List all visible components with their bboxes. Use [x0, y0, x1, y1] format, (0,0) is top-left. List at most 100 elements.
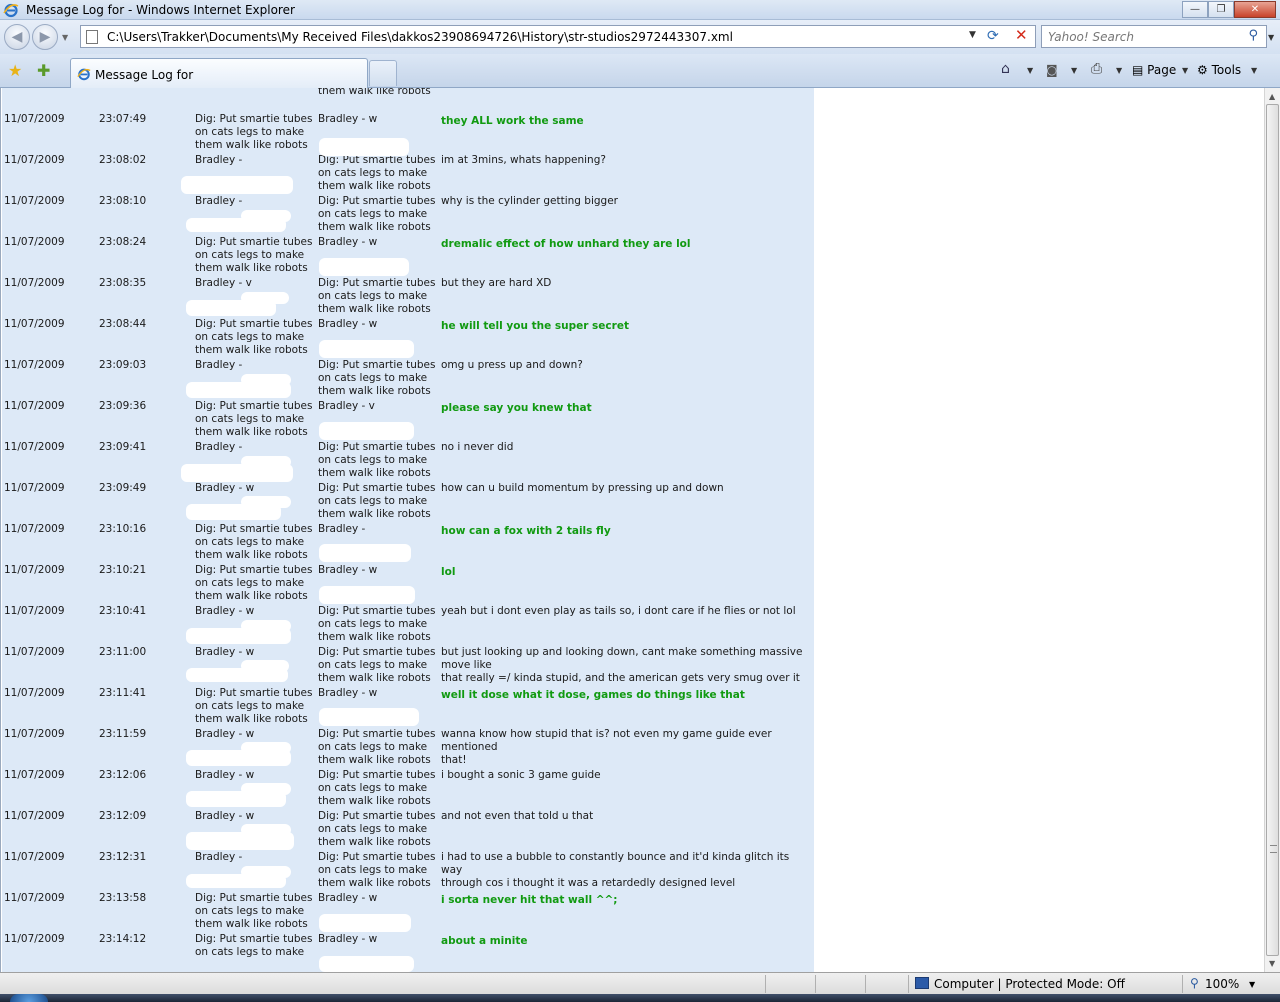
log-row: 11/07/2009 23:11:00 Bradley - w Dig: Put sm…	[1, 646, 821, 687]
log-sender: Dig: Put smartie tubes on cats legs to m…	[195, 933, 313, 958]
log-date: 11/07/2009	[4, 195, 65, 207]
log-time: 23:12:09	[99, 810, 147, 822]
vertical-scrollbar[interactable]: ▲ ▼	[1264, 88, 1280, 972]
forward-button[interactable]: ▶	[32, 24, 58, 50]
log-recipient: Bradley - w	[318, 318, 378, 330]
page-dropdown-icon[interactable]: ▼	[1182, 66, 1188, 75]
zoom-level[interactable]: 100%	[1205, 977, 1239, 991]
feeds-icon[interactable]: ◙	[1046, 63, 1058, 77]
tools-dropdown-icon[interactable]: ▼	[1251, 66, 1257, 75]
log-message: dremalic effect of how unhard they are l…	[441, 238, 691, 250]
feeds-dropdown-icon[interactable]: ▼	[1071, 66, 1077, 75]
log-recipient: on cats legs to make them walk like robo…	[318, 88, 431, 97]
log-date: 11/07/2009	[4, 441, 65, 453]
log-sender: Bradley - w	[195, 605, 255, 617]
log-message: im at 3mins, whats happening?	[441, 154, 606, 166]
window-controls: — ❐ ✕	[1182, 1, 1276, 18]
new-tab-button[interactable]	[369, 60, 397, 86]
recent-pages-dropdown[interactable]: ▼	[62, 33, 68, 42]
tools-menu-label: Tools	[1211, 63, 1242, 77]
scroll-thumb[interactable]	[1266, 104, 1279, 956]
log-date: 11/07/2009	[4, 769, 65, 781]
log-recipient: Dig: Put smartie tubes on cats legs to m…	[318, 605, 436, 643]
log-recipient: Bradley - w	[318, 236, 378, 248]
log-sender: Dig: Put smartie tubes on cats legs to m…	[195, 564, 313, 602]
log-time: 23:10:41	[99, 605, 147, 617]
log-message: how can a fox with 2 tails fly	[441, 525, 611, 537]
tab-message-log[interactable]: Message Log for	[70, 58, 368, 88]
redaction-mark	[319, 138, 409, 156]
log-sender: Dig: Put smartie tubes on cats legs to m…	[195, 318, 313, 356]
log-time: 23:07:49	[99, 113, 147, 125]
search-options-dropdown[interactable]: ▼	[1268, 33, 1274, 42]
log-time: 23:13:58	[99, 892, 147, 904]
address-dropdown-icon[interactable]: ▼	[969, 30, 976, 40]
log-time: 23:08:44	[99, 318, 147, 330]
log-message: no i never did	[441, 441, 514, 453]
print-dropdown-icon[interactable]: ▼	[1116, 66, 1122, 75]
log-date: 11/07/2009	[4, 359, 65, 371]
log-sender: Bradley -	[195, 359, 243, 371]
log-message: why is the cylinder getting bigger	[441, 195, 618, 207]
log-date: 11/07/2009	[4, 892, 65, 904]
message-log-table: on cats legs to make them walk like robo…	[1, 88, 821, 972]
log-time: 23:11:41	[99, 687, 147, 699]
restore-button[interactable]: ❐	[1208, 1, 1234, 18]
log-row: 11/07/2009 23:10:16 Dig: Put smartie tubes…	[1, 523, 821, 564]
favorites-star-icon[interactable]: ★	[8, 61, 22, 80]
log-recipient: Bradley - w	[318, 687, 378, 699]
home-dropdown-icon[interactable]: ▼	[1027, 66, 1033, 75]
back-button[interactable]: ◀	[4, 24, 30, 50]
security-zone[interactable]: Computer | Protected Mode: Off	[934, 977, 1125, 991]
log-time: 23:11:59	[99, 728, 147, 740]
log-sender: Dig: Put smartie tubes on cats legs to m…	[195, 892, 313, 930]
zoom-dropdown-icon[interactable]: ▼	[1249, 980, 1255, 989]
log-sender: Bradley - w	[195, 646, 255, 658]
search-icon[interactable]: ⚲	[1248, 28, 1258, 43]
page-menu[interactable]: ▤ Page	[1132, 63, 1176, 77]
log-sender: Bradley - w	[195, 728, 255, 740]
log-sender: Bradley -	[195, 195, 243, 207]
log-recipient: Dig: Put smartie tubes on cats legs to m…	[318, 441, 436, 479]
title-bar: Message Log for - Windows Internet Explo…	[0, 0, 1280, 20]
log-row: on cats legs to make them walk like robo…	[1, 88, 821, 113]
log-date: 11/07/2009	[4, 728, 65, 740]
close-button[interactable]: ✕	[1234, 1, 1276, 18]
log-row: 11/07/2009 23:08:24 Dig: Put smartie tubes…	[1, 236, 821, 277]
redaction-mark	[186, 668, 288, 682]
address-url[interactable]: C:\Users\Trakker\Documents\My Received F…	[107, 30, 733, 44]
stop-icon[interactable]: ✕	[1015, 26, 1028, 44]
page-content: on cats legs to make them walk like robo…	[0, 88, 1264, 972]
page-icon	[86, 30, 98, 44]
log-date: 11/07/2009	[4, 687, 65, 699]
minimize-button[interactable]: —	[1182, 1, 1208, 18]
redaction-mark	[319, 914, 411, 932]
refresh-icon[interactable]: ⟳	[987, 28, 999, 44]
log-recipient: Dig: Put smartie tubes on cats legs to m…	[318, 728, 436, 766]
scroll-up-icon[interactable]: ▲	[1269, 92, 1275, 101]
address-bar[interactable]: C:\Users\Trakker\Documents\My Received F…	[80, 25, 1036, 48]
log-message: yeah but i dont even play as tails so, i…	[441, 605, 796, 617]
computer-zone-icon	[915, 977, 929, 989]
search-input[interactable]: Yahoo! Search	[1048, 30, 1134, 44]
log-row: 11/07/2009 23:08:35 Bradley - v Dig: Put sm…	[1, 277, 821, 318]
status-divider	[865, 975, 866, 993]
scroll-down-icon[interactable]: ▼	[1269, 959, 1275, 968]
log-recipient: Dig: Put smartie tubes on cats legs to m…	[318, 195, 436, 233]
zoom-magnifier-icon: ⚲	[1190, 976, 1199, 990]
redaction-mark	[186, 300, 276, 316]
start-button[interactable]	[10, 994, 48, 1002]
log-recipient: Dig: Put smartie tubes on cats legs to m…	[318, 810, 436, 848]
tools-menu[interactable]: ⚙ Tools	[1197, 63, 1241, 77]
log-date: 11/07/2009	[4, 318, 65, 330]
search-box[interactable]: Yahoo! Search ⚲	[1041, 25, 1267, 48]
add-favorites-icon[interactable]: ✚	[37, 61, 50, 80]
print-icon[interactable]: ⎙	[1091, 61, 1102, 77]
log-time: 23:11:00	[99, 646, 147, 658]
log-recipient: Bradley - w	[318, 933, 378, 945]
log-sender: Dig: Put smartie tubes on cats legs to m…	[195, 400, 313, 438]
log-row: 11/07/2009 23:07:49 Dig: Put smartie tubes…	[1, 113, 821, 154]
log-time: 23:12:06	[99, 769, 147, 781]
log-recipient: Bradley - w	[318, 113, 378, 125]
home-icon[interactable]: ⌂	[1001, 61, 1010, 77]
